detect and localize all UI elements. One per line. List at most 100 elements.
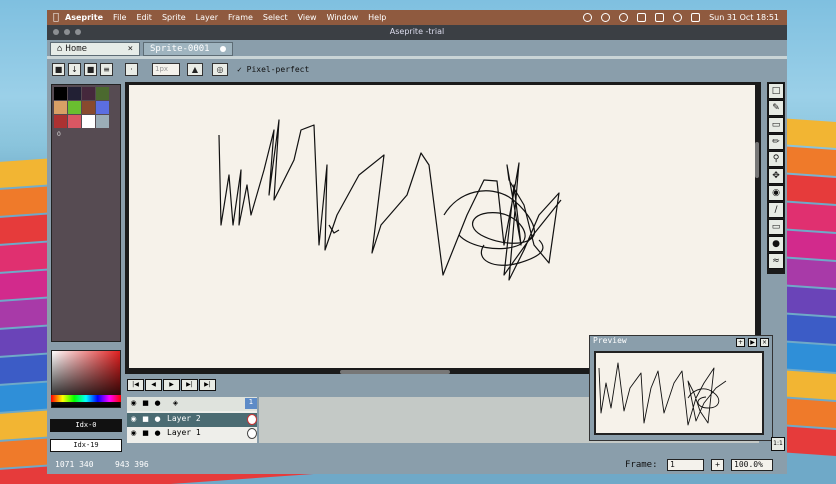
lock-icon[interactable]: ■ bbox=[52, 63, 65, 76]
preview-play-icon[interactable]: ▶ bbox=[748, 338, 757, 347]
lock-icon[interactable]: ■ bbox=[141, 415, 150, 424]
cursor-position: 1071 340 bbox=[55, 460, 94, 469]
wifi-icon[interactable] bbox=[673, 13, 683, 22]
menu-edit[interactable]: Edit bbox=[136, 13, 152, 22]
first-frame-icon[interactable]: |◀ bbox=[127, 379, 144, 391]
cel-icon[interactable] bbox=[247, 414, 257, 425]
hue-slider[interactable] bbox=[51, 395, 121, 402]
menu-frame[interactable]: Frame bbox=[228, 13, 253, 22]
sprite-canvas[interactable] bbox=[129, 85, 755, 368]
line-tool-icon[interactable]: ∕ bbox=[768, 202, 784, 218]
symmetry-icon[interactable]: ◎ bbox=[212, 63, 228, 76]
preview-canvas[interactable] bbox=[594, 351, 764, 435]
palette-swatch[interactable] bbox=[96, 115, 109, 128]
ink-icon[interactable]: ▲ bbox=[187, 63, 203, 76]
zoom-field[interactable]: 100.0% bbox=[731, 459, 773, 471]
fill-tool-icon[interactable]: ◉ bbox=[768, 185, 784, 201]
frame-input[interactable]: 1 bbox=[667, 459, 704, 471]
timeline-header: ◉ ■ ● ◈ 1 bbox=[127, 397, 257, 411]
palette-swatch[interactable] bbox=[54, 101, 67, 114]
onion-skin-icon[interactable]: ◈ bbox=[171, 399, 180, 408]
lock-icon[interactable]: ■ bbox=[141, 429, 150, 438]
add-frame-icon[interactable]: + bbox=[711, 459, 724, 471]
eraser-tool-icon[interactable]: ▭ bbox=[768, 117, 784, 133]
eye-header-icon[interactable]: ◉ bbox=[129, 399, 138, 408]
home-tray-icon[interactable] bbox=[655, 13, 665, 22]
palette-swatch[interactable] bbox=[96, 101, 109, 114]
vertical-scrollbar[interactable] bbox=[755, 142, 759, 178]
checkbox-icon[interactable]: ✓ bbox=[237, 65, 242, 74]
visibility-icon[interactable]: ◉ bbox=[129, 415, 138, 424]
tab-home[interactable]: ⌂ Home × bbox=[50, 42, 140, 56]
menu-sprite[interactable]: Sprite bbox=[162, 13, 186, 22]
play-icon[interactable]: ▶ bbox=[163, 379, 180, 391]
link-header-icon[interactable]: ● bbox=[153, 399, 162, 408]
playback-controls: |◀ ◀ ▶ ▶| ▶| bbox=[127, 379, 216, 393]
palette-index-label: 0 bbox=[57, 131, 61, 138]
foreground-color-button[interactable]: Idx-0 bbox=[50, 419, 122, 432]
contour-tool-icon[interactable]: ● bbox=[768, 236, 784, 252]
layer-row[interactable]: ◉ ■ ● Layer 1 bbox=[127, 427, 257, 441]
zoom-tool-icon[interactable]: ⚲ bbox=[768, 151, 784, 167]
one-to-one-zoom-button[interactable]: 1:1 bbox=[771, 437, 785, 451]
app-menu[interactable]: Aseprite bbox=[65, 13, 103, 22]
palette-swatch[interactable] bbox=[68, 101, 81, 114]
layer-name[interactable]: Layer 2 bbox=[167, 414, 201, 423]
tab-close-icon[interactable]: × bbox=[128, 44, 133, 54]
unsaved-dot-icon[interactable] bbox=[220, 46, 226, 52]
menu-layer[interactable]: Layer bbox=[196, 13, 218, 22]
continuous-icon[interactable]: ● bbox=[153, 415, 162, 424]
palette-swatch[interactable] bbox=[54, 115, 67, 128]
palette-swatch[interactable] bbox=[82, 101, 95, 114]
menubar-clock[interactable]: Sun 31 Oct 18:51 bbox=[709, 13, 779, 22]
control-center-icon[interactable] bbox=[691, 13, 701, 22]
pencil-tool-icon[interactable]: ✎ bbox=[768, 100, 784, 116]
arrow-down-icon[interactable]: ↓ bbox=[68, 63, 81, 76]
preview-center-icon[interactable]: + bbox=[736, 338, 745, 347]
menu-view[interactable]: View bbox=[298, 13, 317, 22]
lock-header-icon[interactable]: ■ bbox=[141, 399, 150, 408]
app-tray-icon[interactable] bbox=[637, 13, 647, 22]
rectangle-tool-icon[interactable]: ▭ bbox=[768, 219, 784, 235]
brush-size-field[interactable]: 1px bbox=[152, 63, 180, 76]
menu-window[interactable]: Window bbox=[327, 13, 359, 22]
brush-type-icon[interactable]: · bbox=[125, 63, 138, 76]
next-frame-icon[interactable]: ▶| bbox=[181, 379, 198, 391]
menu-file[interactable]: File bbox=[113, 13, 126, 22]
palette-swatch[interactable] bbox=[68, 87, 81, 100]
clock-icon[interactable] bbox=[619, 13, 629, 22]
palette-swatch[interactable] bbox=[68, 115, 81, 128]
previous-frame-icon[interactable]: ◀ bbox=[145, 379, 162, 391]
cel-icon[interactable] bbox=[247, 428, 257, 439]
home-icon: ⌂ bbox=[57, 44, 63, 54]
continuous-icon[interactable]: ● bbox=[153, 429, 162, 438]
horizontal-scrollbar[interactable] bbox=[340, 370, 450, 374]
tab-sprite[interactable]: Sprite-0001 bbox=[143, 42, 233, 56]
frame-number-header[interactable]: 1 bbox=[245, 398, 257, 409]
blur-tool-icon[interactable]: ≈ bbox=[768, 253, 784, 269]
preview-close-icon[interactable]: × bbox=[760, 338, 769, 347]
background-color-button[interactable]: Idx-19 bbox=[50, 439, 122, 452]
marquee-tool-icon[interactable]: □ bbox=[768, 83, 784, 99]
tab-home-label: Home bbox=[65, 44, 88, 54]
pixel-perfect-toggle[interactable]: ✓ Pixel-perfect bbox=[237, 65, 309, 74]
record-icon[interactable] bbox=[583, 13, 593, 22]
last-frame-icon[interactable]: ▶| bbox=[199, 379, 216, 391]
layer-row-selected[interactable]: ◉ ■ ● Layer 2 bbox=[127, 413, 257, 427]
menu-help[interactable]: Help bbox=[368, 13, 386, 22]
palette-swatch[interactable] bbox=[82, 87, 95, 100]
layer-name[interactable]: Layer 1 bbox=[167, 428, 201, 437]
circle-icon[interactable] bbox=[601, 13, 611, 22]
menu-icon[interactable]: ≡ bbox=[100, 63, 113, 76]
window-title: Aseprite -trial bbox=[389, 27, 445, 36]
palette-swatch[interactable] bbox=[54, 87, 67, 100]
visibility-icon[interactable]: ◉ bbox=[129, 429, 138, 438]
move-tool-icon[interactable]: ✥ bbox=[768, 168, 784, 184]
apple-icon[interactable]:  bbox=[47, 12, 65, 23]
document-tabs: ⌂ Home × Sprite-0001 bbox=[47, 40, 787, 56]
eyedropper-tool-icon[interactable]: ✏ bbox=[768, 134, 784, 150]
stop-icon[interactable]: ■ bbox=[84, 63, 97, 76]
palette-swatch[interactable] bbox=[82, 115, 95, 128]
palette-swatch[interactable] bbox=[96, 87, 109, 100]
menu-select[interactable]: Select bbox=[263, 13, 288, 22]
